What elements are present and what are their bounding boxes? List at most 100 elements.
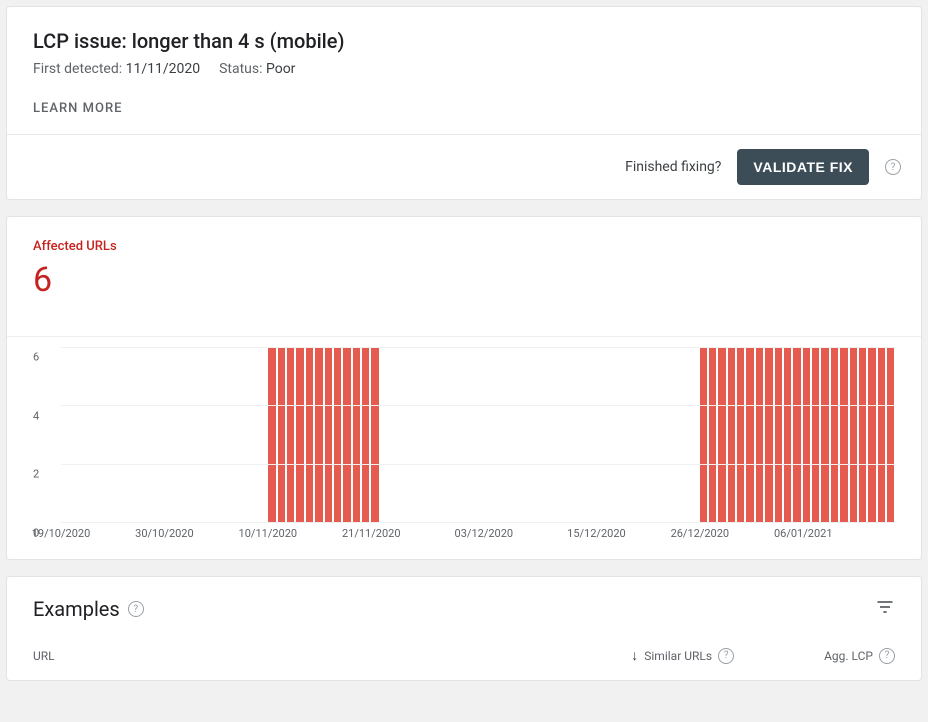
- bar-slot: [164, 347, 173, 522]
- bar[interactable]: [868, 347, 875, 522]
- bar-slot: [258, 347, 267, 522]
- bar-slot: [736, 347, 745, 522]
- bar-slot: [220, 347, 229, 522]
- affected-urls-body: Affected URLs 6: [7, 217, 921, 318]
- bar[interactable]: [756, 347, 763, 522]
- bar-slot: [820, 347, 829, 522]
- bar[interactable]: [296, 347, 303, 522]
- examples-header: Examples ?: [7, 577, 921, 625]
- help-icon[interactable]: ?: [718, 648, 734, 664]
- bar-slot: [652, 347, 661, 522]
- column-agg-lcp[interactable]: Agg. LCP ?: [824, 648, 895, 664]
- bar-slot: [136, 347, 145, 522]
- bar[interactable]: [315, 347, 322, 522]
- bar[interactable]: [775, 347, 782, 522]
- learn-more-link[interactable]: LEARN MORE: [33, 101, 122, 116]
- bar-slot: [558, 347, 567, 522]
- bar-slot: [389, 347, 398, 522]
- bar-slot: [708, 347, 717, 522]
- bar-slot: [783, 347, 792, 522]
- bar-slot: [511, 347, 520, 522]
- bar-slot: [530, 347, 539, 522]
- help-icon[interactable]: ?: [885, 159, 901, 175]
- issue-header-actions: Finished fixing? VALIDATE FIX ?: [7, 134, 921, 199]
- bar-slot: [249, 347, 258, 522]
- bar-slot: [70, 347, 79, 522]
- bar[interactable]: [728, 347, 735, 522]
- x-tick: 26/12/2020: [671, 527, 730, 540]
- bar[interactable]: [850, 347, 857, 522]
- bar-slot: [792, 347, 801, 522]
- bar-slot: [774, 347, 783, 522]
- bar-slot: [127, 347, 136, 522]
- bar[interactable]: [278, 347, 285, 522]
- bar[interactable]: [700, 347, 707, 522]
- x-tick: 15/12/2020: [567, 527, 626, 540]
- x-tick: 30/10/2020: [135, 527, 194, 540]
- bar-slot: [117, 347, 126, 522]
- y-tick: 2: [33, 468, 39, 481]
- bar[interactable]: [840, 347, 847, 522]
- bar[interactable]: [709, 347, 716, 522]
- bar[interactable]: [718, 347, 725, 522]
- bar-slot: [380, 347, 389, 522]
- bar[interactable]: [287, 347, 294, 522]
- bar[interactable]: [887, 347, 894, 522]
- bar[interactable]: [812, 347, 819, 522]
- bar[interactable]: [803, 347, 810, 522]
- bar-slot: [436, 347, 445, 522]
- bar[interactable]: [784, 347, 791, 522]
- status-value: Poor: [266, 61, 295, 77]
- x-tick: 10/11/2020: [239, 527, 298, 540]
- bar-slot: [811, 347, 820, 522]
- bar-slot: [802, 347, 811, 522]
- bar-slot: [417, 347, 426, 522]
- bar-slot: [174, 347, 183, 522]
- bar-slot: [642, 347, 651, 522]
- bar-slot: [830, 347, 839, 522]
- bar-slot: [333, 347, 342, 522]
- bar-slot: [680, 347, 689, 522]
- bar-slot: [867, 347, 876, 522]
- bar[interactable]: [878, 347, 885, 522]
- bar[interactable]: [737, 347, 744, 522]
- bar-slot: [295, 347, 304, 522]
- column-url[interactable]: URL: [33, 649, 631, 663]
- bar[interactable]: [343, 347, 350, 522]
- bar[interactable]: [371, 347, 378, 522]
- bar[interactable]: [765, 347, 772, 522]
- validate-fix-button[interactable]: VALIDATE FIX: [737, 149, 869, 185]
- bar[interactable]: [821, 347, 828, 522]
- bar-slot: [595, 347, 604, 522]
- bar[interactable]: [859, 347, 866, 522]
- bar-slot: [549, 347, 558, 522]
- bar[interactable]: [325, 347, 332, 522]
- examples-title: Examples: [33, 597, 120, 621]
- bar[interactable]: [793, 347, 800, 522]
- help-icon[interactable]: ?: [879, 648, 895, 664]
- bar-slot: [277, 347, 286, 522]
- column-similar-urls[interactable]: ↓ Similar URLs ?: [631, 647, 734, 664]
- bar-slot: [577, 347, 586, 522]
- bar-slot: [324, 347, 333, 522]
- bar-slot: [202, 347, 211, 522]
- bar[interactable]: [362, 347, 369, 522]
- bar-slot: [155, 347, 164, 522]
- affected-urls-count: 6: [33, 260, 895, 300]
- bar-slot: [314, 347, 323, 522]
- bar[interactable]: [306, 347, 313, 522]
- bar-slot: [727, 347, 736, 522]
- bar[interactable]: [334, 347, 341, 522]
- examples-columns-row: URL ↓ Similar URLs ? Agg. LCP ?: [7, 625, 921, 680]
- bar-slot: [399, 347, 408, 522]
- sort-descending-icon: ↓: [631, 647, 638, 664]
- bar[interactable]: [746, 347, 753, 522]
- bar[interactable]: [353, 347, 360, 522]
- filter-icon[interactable]: [875, 597, 895, 621]
- help-icon[interactable]: ?: [128, 601, 144, 617]
- bar[interactable]: [268, 347, 275, 522]
- finished-fixing-label: Finished fixing?: [625, 159, 721, 175]
- x-tick: 06/01/2021: [774, 527, 833, 540]
- bar-slot: [192, 347, 201, 522]
- bar[interactable]: [831, 347, 838, 522]
